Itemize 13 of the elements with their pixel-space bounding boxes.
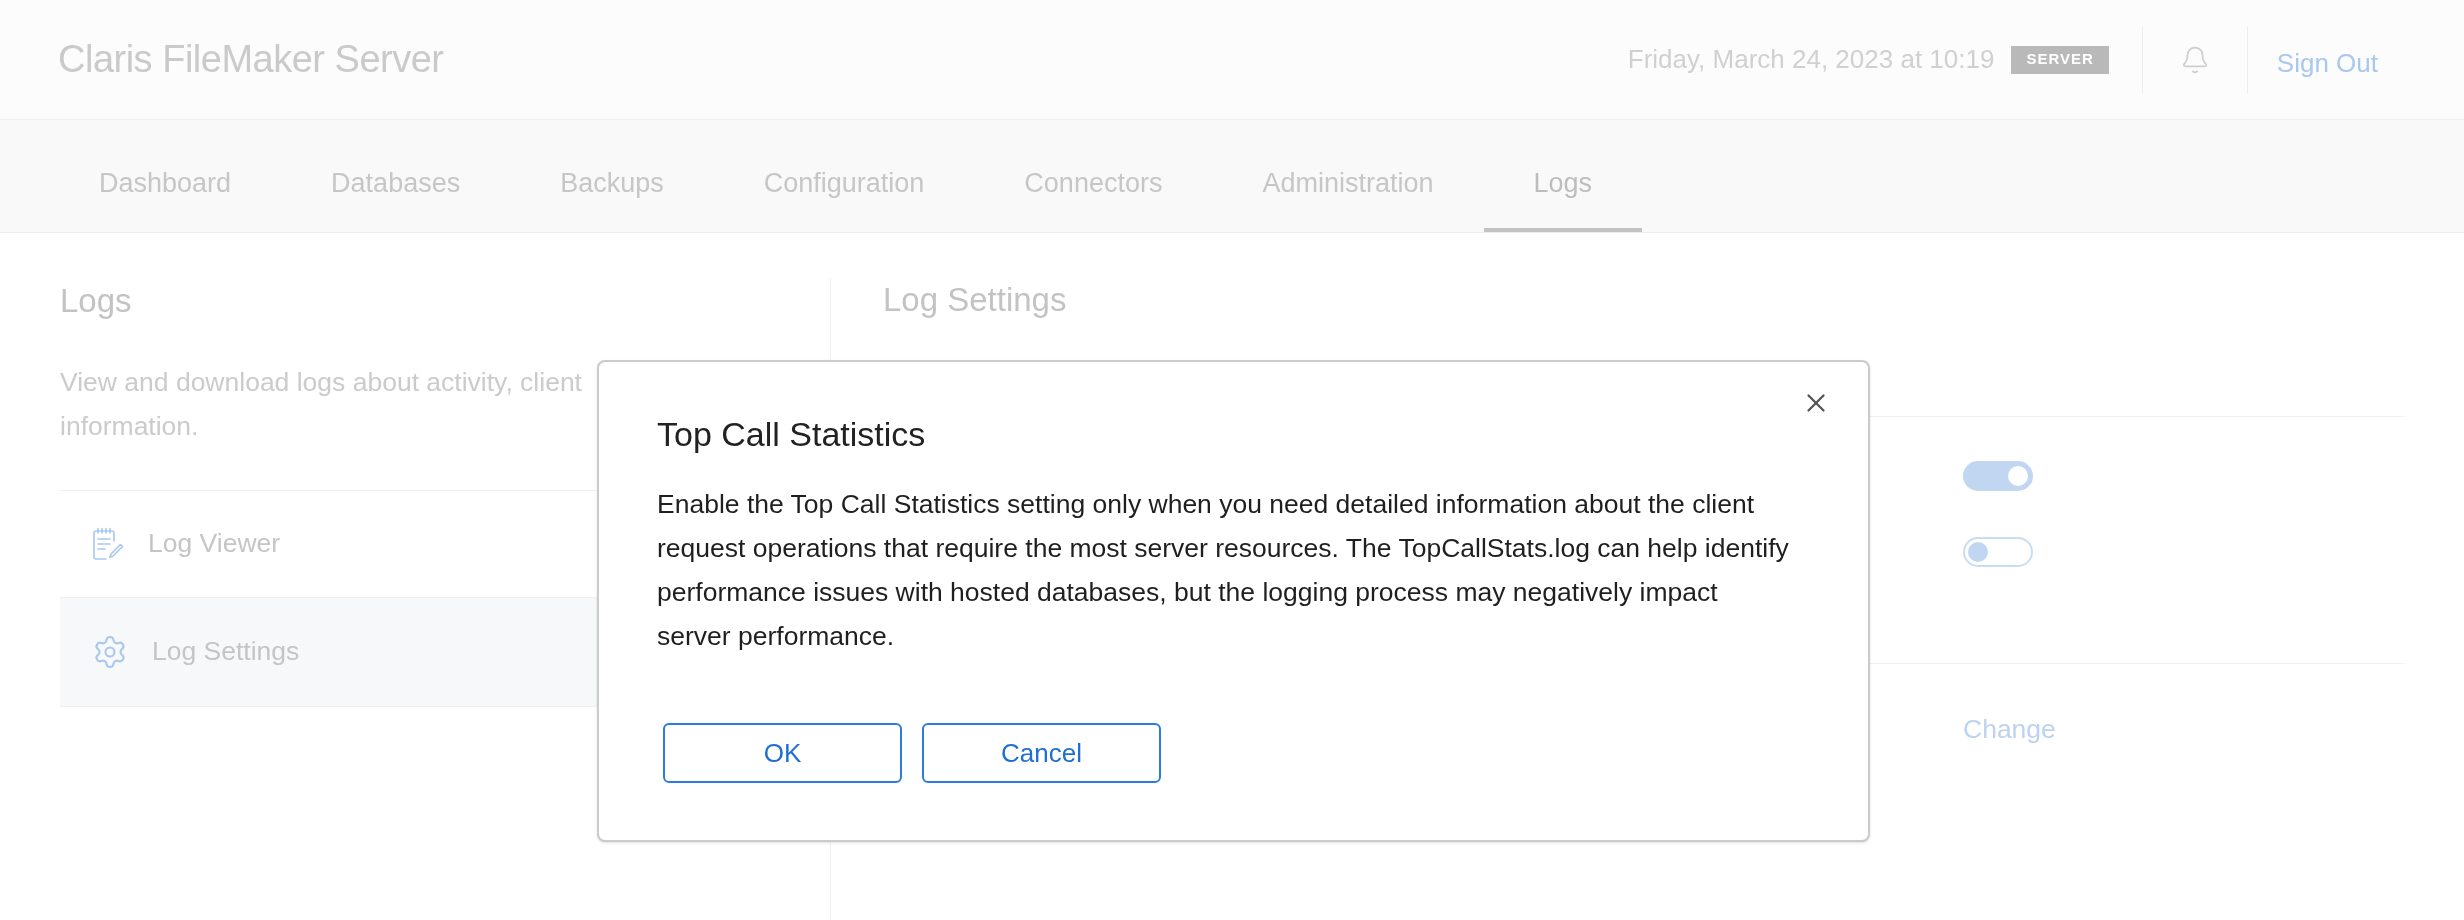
sign-out-link[interactable]: Sign Out [2276, 44, 2378, 83]
toggle-switch[interactable] [1963, 537, 2033, 567]
dialog-title: Top Call Statistics [657, 414, 926, 454]
panel-title: Log Settings [883, 280, 1067, 320]
toggle-switch[interactable] [1963, 461, 2033, 491]
dialog-button[interactable]: OK [663, 723, 902, 783]
settings-icon [92, 634, 128, 670]
nav-tab[interactable]: Logs [1483, 120, 1643, 232]
notepad-pencil-icon [92, 527, 124, 561]
server-badge: SERVER [2011, 45, 2109, 74]
change-link[interactable]: Change [1963, 713, 2056, 745]
dialog-button[interactable]: Cancel [922, 723, 1161, 783]
panel-title: Logs [60, 281, 132, 321]
